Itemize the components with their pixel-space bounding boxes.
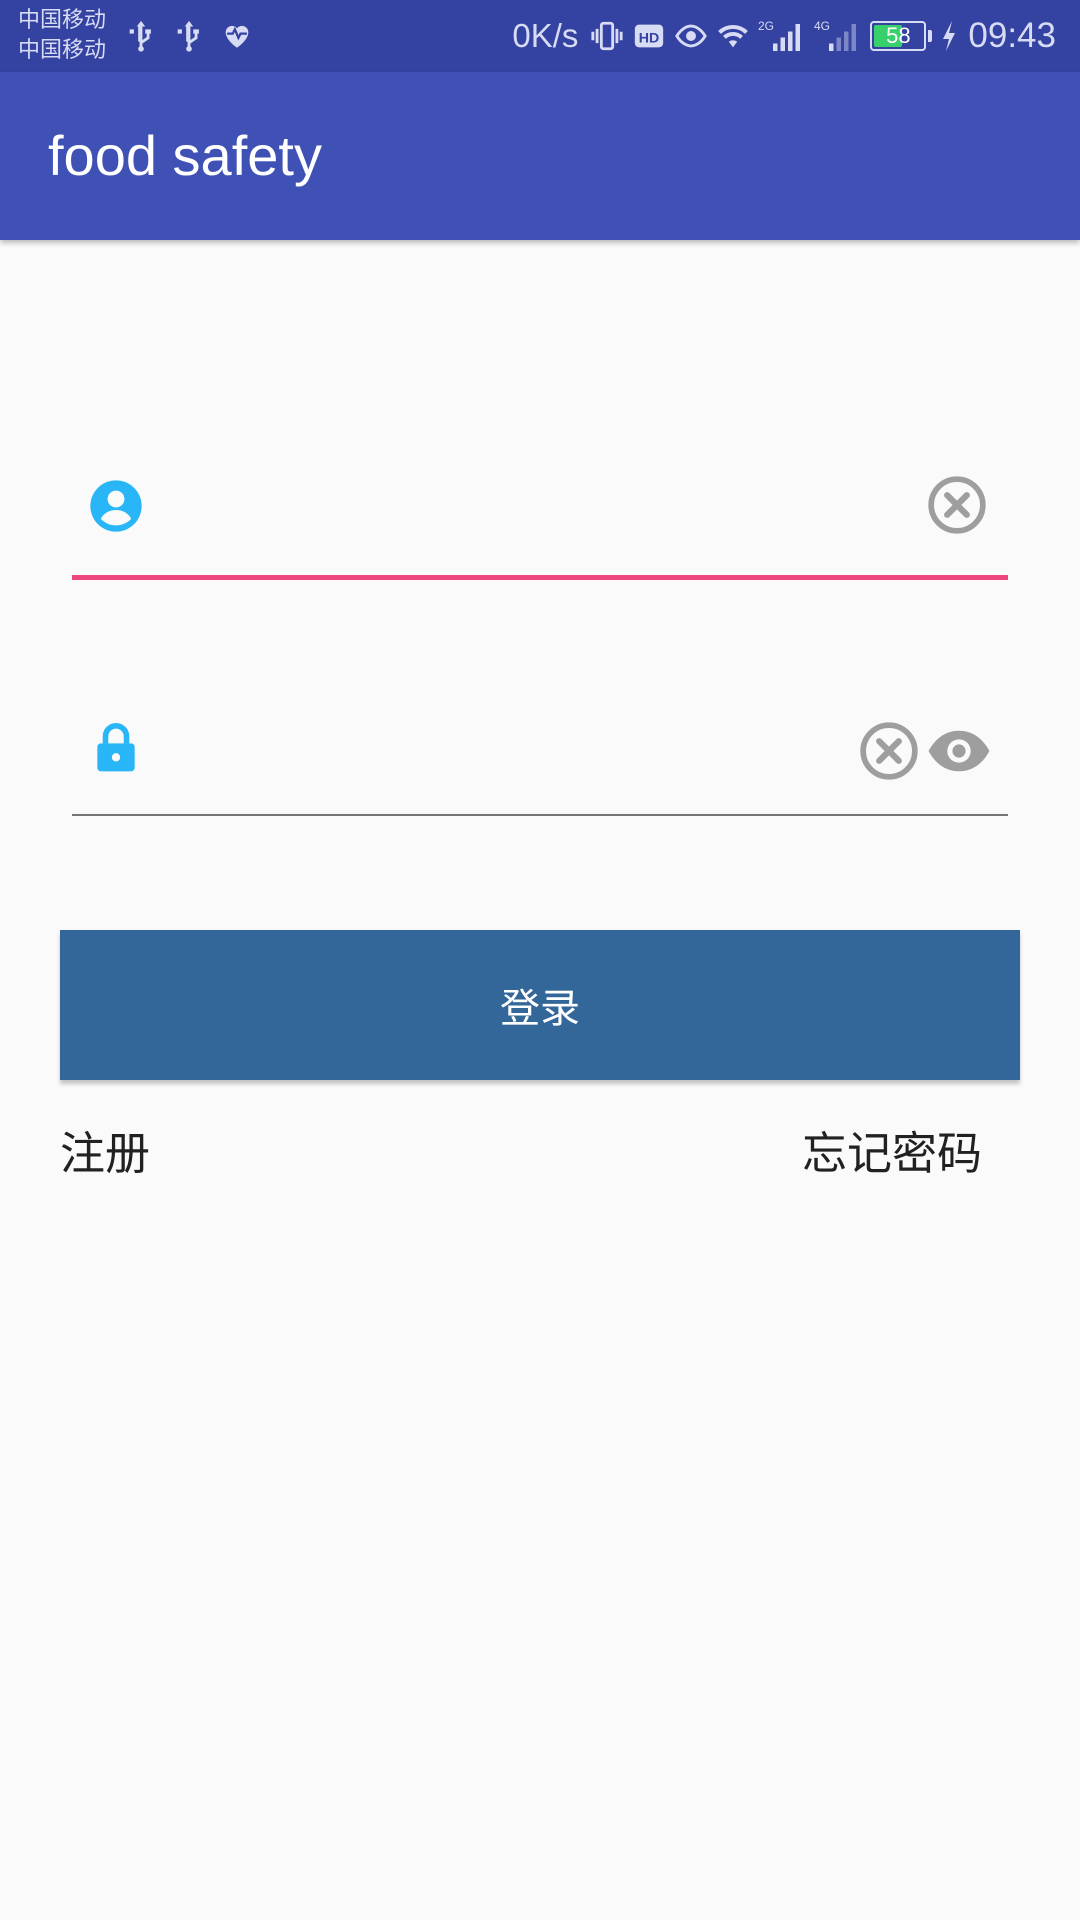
password-field bbox=[72, 694, 1008, 816]
usb-icon bbox=[172, 17, 206, 53]
status-bar: 中国移动 中国移动 0K/s HD 2G 4G 58 09:43 bbox=[0, 0, 1080, 72]
clear-password-icon[interactable] bbox=[858, 720, 920, 782]
clock-time: 09:43 bbox=[968, 16, 1056, 55]
user-circle-icon bbox=[88, 478, 144, 534]
status-left-icons bbox=[124, 17, 254, 53]
carrier-info: 中国移动 中国移动 bbox=[18, 6, 116, 66]
app-title: food safety bbox=[48, 124, 322, 187]
login-button[interactable]: 登录 bbox=[60, 930, 1020, 1080]
net-speed: 0K/s bbox=[512, 17, 579, 54]
hd-label: HD bbox=[639, 30, 659, 46]
username-field bbox=[72, 448, 1008, 580]
signal-2g-label: 2G bbox=[758, 19, 774, 33]
register-link[interactable]: 注册 bbox=[60, 1124, 150, 1184]
status-right-icons: 0K/s HD 2G 4G 58 09:43 bbox=[512, 12, 1056, 60]
username-input[interactable] bbox=[168, 470, 788, 542]
carrier-name-1: 中国移动 bbox=[18, 8, 107, 33]
battery-level: 58 bbox=[886, 23, 911, 48]
vibrate-icon bbox=[590, 18, 624, 54]
health-heart-icon bbox=[220, 17, 254, 53]
wifi-icon bbox=[716, 18, 750, 54]
forgot-password-link[interactable]: 忘记密码 bbox=[802, 1124, 982, 1184]
battery-cap bbox=[928, 30, 933, 42]
signal-2g-icon: 2G bbox=[758, 18, 806, 54]
battery-icon: 58 bbox=[870, 21, 927, 51]
signal-4g-label: 4G bbox=[814, 19, 830, 33]
clear-username-icon[interactable] bbox=[926, 474, 988, 536]
usb-icon bbox=[124, 17, 158, 53]
lock-icon bbox=[88, 720, 144, 776]
app-bar: food safety bbox=[0, 72, 1080, 240]
eye-icon[interactable] bbox=[926, 720, 992, 782]
hd-icon: HD bbox=[632, 18, 666, 54]
password-input[interactable] bbox=[168, 716, 788, 788]
signal-4g-icon: 4G bbox=[814, 18, 862, 54]
carrier-name-2: 中国移动 bbox=[18, 38, 107, 63]
charging-bolt-icon bbox=[940, 18, 958, 54]
eye-comfort-icon bbox=[674, 18, 708, 54]
